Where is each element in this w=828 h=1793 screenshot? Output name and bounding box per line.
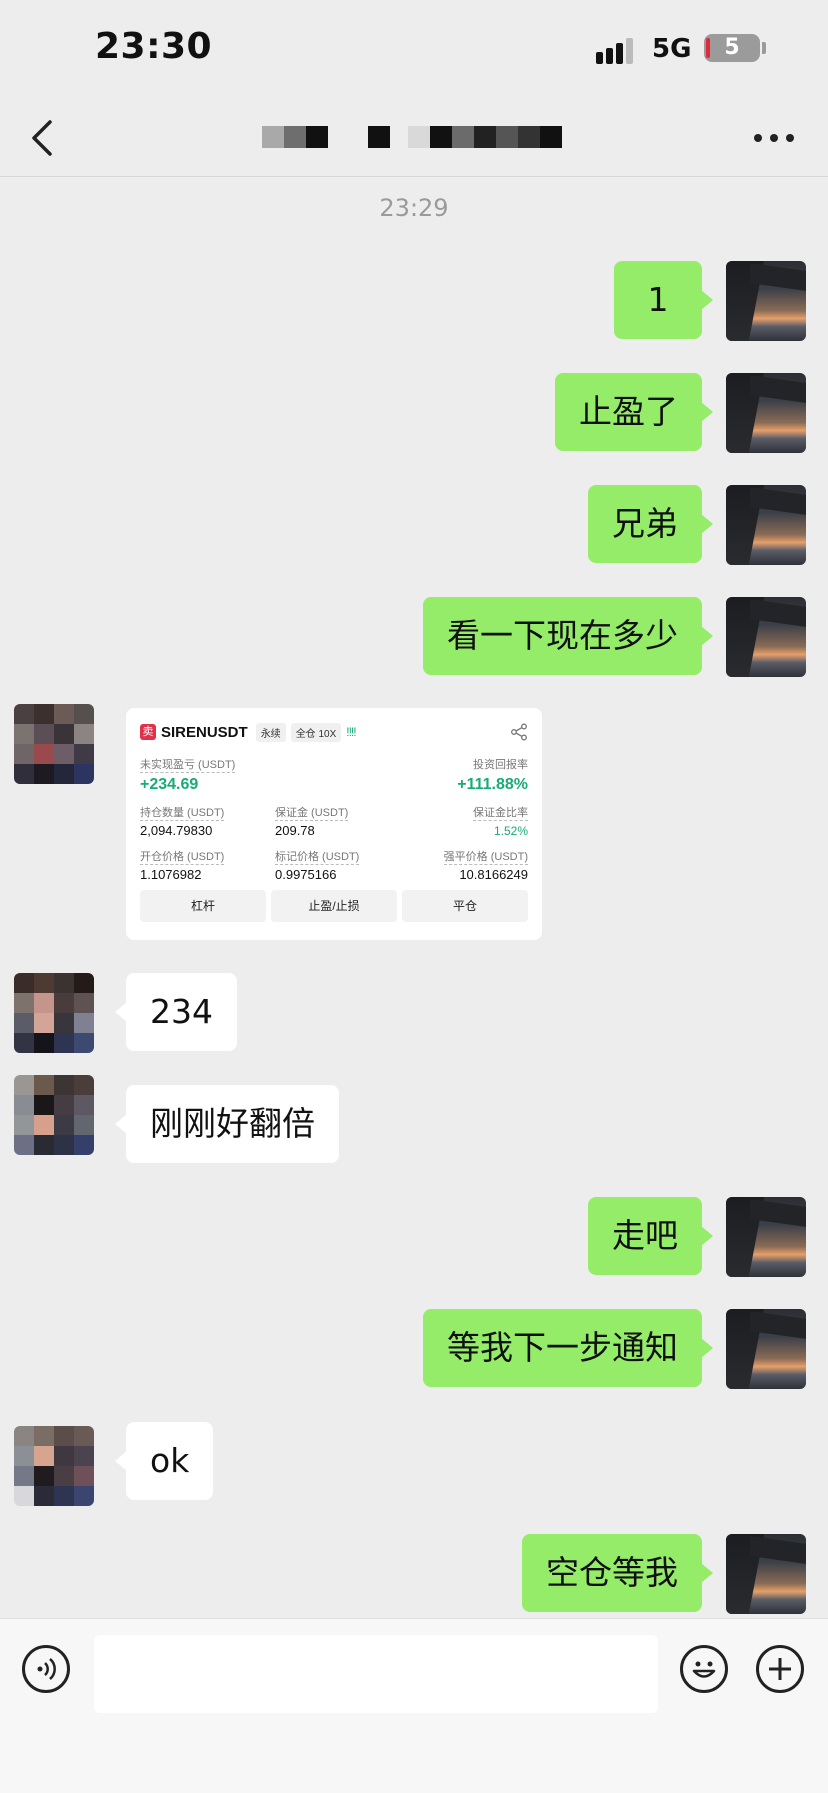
mark-price-value: 0.9975166 xyxy=(275,867,337,882)
card-symbol: SIRENUSDT xyxy=(161,723,248,741)
my-avatar[interactable] xyxy=(726,373,806,453)
chat-header xyxy=(0,100,828,177)
plus-icon[interactable] xyxy=(756,1645,804,1693)
message-timestamp: 23:29 xyxy=(379,194,449,222)
message-bubble-sent[interactable]: 1 xyxy=(614,261,713,339)
unrealized-pnl-label: 未实现盈亏 (USDT) xyxy=(140,759,236,773)
signal-bars: !!!! xyxy=(346,725,356,739)
voice-icon[interactable] xyxy=(22,1645,70,1693)
message-bubble-sent[interactable]: 止盈了 xyxy=(555,373,713,451)
position-size-label: 持仓数量 (USDT) xyxy=(140,807,225,821)
tpsl-button: 止盈/止损 xyxy=(271,890,397,922)
share-icon xyxy=(511,723,527,741)
position-size-value: 2,094.79830 xyxy=(140,823,213,838)
my-avatar[interactable] xyxy=(726,597,806,677)
exchange-logo: 卖 xyxy=(140,724,156,740)
battery-tip xyxy=(762,42,766,54)
close-position-button: 平仓 xyxy=(402,890,528,922)
my-avatar[interactable] xyxy=(726,1197,806,1277)
my-avatar[interactable] xyxy=(726,485,806,565)
message-bubble-received[interactable]: 刚刚好翻倍 xyxy=(115,1085,339,1163)
tag-margin-mode: 全仓 10X xyxy=(290,722,342,742)
message-bubble-sent[interactable]: 看一下现在多少 xyxy=(423,597,713,675)
message-bubble-received[interactable]: 234 xyxy=(115,973,237,1051)
message-input[interactable] xyxy=(94,1635,658,1713)
chat-title-redacted xyxy=(262,126,562,148)
message-bubble-sent[interactable]: 走吧 xyxy=(588,1197,713,1275)
leverage-button: 杠杆 xyxy=(140,890,266,922)
emoji-icon[interactable] xyxy=(680,1645,728,1693)
battery-icon: 5 xyxy=(704,34,760,62)
status-time: 23:30 xyxy=(95,26,213,67)
entry-price-label: 开仓价格 (USDT) xyxy=(140,851,225,865)
contact-avatar[interactable] xyxy=(14,1075,94,1155)
liquidation-price-value: 10.8166249 xyxy=(459,867,528,882)
contact-avatar[interactable] xyxy=(14,973,94,1053)
my-avatar[interactable] xyxy=(726,261,806,341)
margin-label: 保证金 (USDT) xyxy=(275,807,349,821)
tag-perpetual: 永续 xyxy=(255,722,286,742)
input-bar xyxy=(0,1618,828,1793)
contact-avatar[interactable] xyxy=(14,704,94,784)
margin-ratio-value: 1.52% xyxy=(493,824,528,838)
position-card-image[interactable]: 卖 SIRENUSDT 永续 全仓 10X !!!! 未实现盈亏 (USDT) … xyxy=(126,708,542,940)
message-bubble-received[interactable]: ok xyxy=(114,1422,214,1500)
my-avatar[interactable] xyxy=(726,1534,806,1614)
entry-price-value: 1.1076982 xyxy=(140,867,202,882)
battery-level: 5 xyxy=(724,35,740,60)
mark-price-label: 标记价格 (USDT) xyxy=(275,851,360,865)
back-arrow-icon[interactable] xyxy=(24,114,64,162)
message-bubble-sent[interactable]: 兄弟 xyxy=(588,485,713,563)
margin-value: 209.78 xyxy=(275,823,315,838)
message-bubble-sent[interactable]: 等我下一步通知 xyxy=(423,1309,713,1387)
network-type: 5G xyxy=(652,34,692,64)
unrealized-pnl-value: +234.69 xyxy=(140,776,199,793)
contact-avatar[interactable] xyxy=(14,1426,94,1506)
liquidation-price-label: 强平价格 (USDT) xyxy=(443,851,528,865)
roi-value: +111.88% xyxy=(457,776,528,793)
more-icon[interactable] xyxy=(754,128,794,148)
my-avatar[interactable] xyxy=(726,1309,806,1389)
status-bar: 23:30 5G 5 xyxy=(0,0,828,100)
message-bubble-sent[interactable]: 空仓等我 xyxy=(522,1534,713,1612)
signal-icon xyxy=(596,36,642,64)
margin-ratio-label: 保证金比率 xyxy=(473,807,528,821)
roi-label: 投资回报率 xyxy=(473,759,528,771)
